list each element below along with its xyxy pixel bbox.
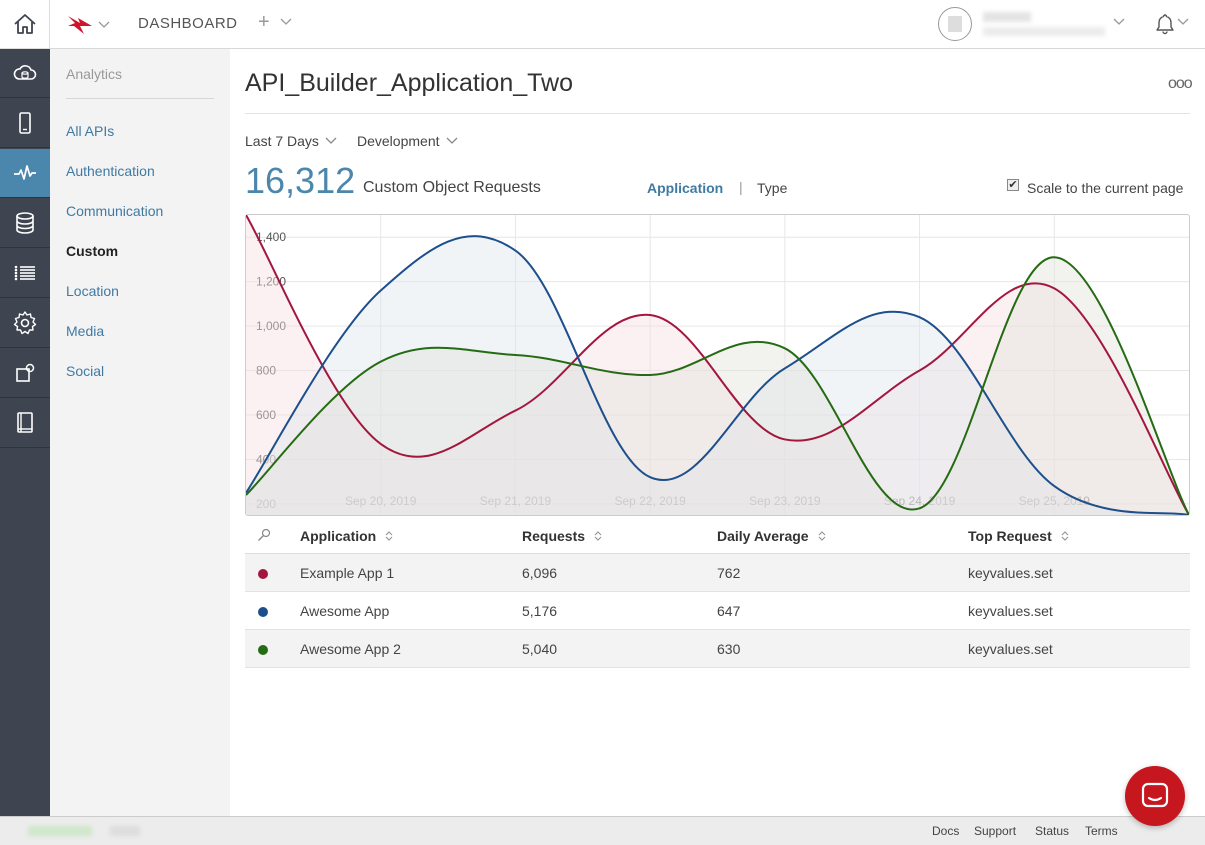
- user-org-redacted: [983, 27, 1105, 36]
- book-icon[interactable]: [0, 399, 50, 448]
- column-requests[interactable]: Requests: [522, 528, 603, 544]
- series-color-dot: [258, 569, 268, 579]
- home-icon[interactable]: [0, 0, 50, 49]
- chart-canvas: 2004006008001,0001,2001,400Sep 20, 2019 S…: [246, 215, 1189, 515]
- analytics-sidebar: Analytics All APIs Authentication Commun…: [50, 49, 230, 816]
- sort-icon: [1061, 531, 1069, 541]
- version-redacted: [110, 826, 140, 836]
- status-redacted: [28, 826, 92, 836]
- column-application[interactable]: Application: [300, 528, 394, 544]
- list-icon[interactable]: [0, 249, 50, 298]
- series-color-dot: [258, 607, 268, 617]
- chat-launcher-button[interactable]: [1125, 766, 1185, 826]
- sidebar-item-social[interactable]: Social: [66, 363, 104, 379]
- sidebar-item-custom[interactable]: Custom: [66, 243, 118, 259]
- cell-top-request: keyvalues.set: [968, 565, 1053, 581]
- sidebar-item-communication[interactable]: Communication: [66, 203, 163, 219]
- divider: [245, 113, 1190, 114]
- toggle-separator: |: [739, 179, 743, 195]
- cell-requests: 5,040: [522, 641, 558, 657]
- scale-checkbox-label[interactable]: Scale to the current page: [1027, 180, 1183, 196]
- column-label: Requests: [522, 528, 586, 544]
- chevron-down-icon: [325, 137, 337, 144]
- cloud-database-icon[interactable]: [0, 49, 50, 98]
- footer-link-support[interactable]: Support: [974, 824, 1016, 838]
- chevron-down-icon: [98, 21, 110, 28]
- gear-icon[interactable]: [0, 299, 50, 348]
- chevron-down-icon[interactable]: [280, 18, 292, 26]
- environment-value: Development: [357, 133, 440, 149]
- chevron-down-icon: [446, 137, 457, 144]
- table-row[interactable]: Awesome App 5,176 647 keyvalues.set: [245, 592, 1190, 630]
- series-color-dot: [258, 645, 268, 655]
- cell-daily-average: 762: [717, 565, 741, 581]
- date-range-value: Last 7 Days: [245, 133, 319, 149]
- table-header: Application Requests Daily Average Top R…: [245, 516, 1190, 554]
- cell-top-request: keyvalues.set: [968, 641, 1053, 657]
- footer-link-status[interactable]: Status: [1035, 824, 1069, 838]
- applications-table: Application Requests Daily Average Top R…: [245, 516, 1190, 668]
- chat-icon: [1141, 782, 1169, 808]
- cell-application: Example App 1: [300, 565, 395, 581]
- icon-rail: [0, 0, 50, 845]
- group-by-application-toggle[interactable]: Application: [647, 180, 723, 196]
- group-by-type-toggle[interactable]: Type: [757, 180, 787, 196]
- dashboard-link[interactable]: DASHBOARD: [138, 15, 238, 32]
- table-row[interactable]: Example App 1 6,096 762 keyvalues.set: [245, 554, 1190, 592]
- column-top-request[interactable]: Top Request: [968, 528, 1070, 544]
- user-name-redacted: [983, 12, 1031, 22]
- column-label: Application: [300, 528, 377, 544]
- total-requests-label: Custom Object Requests: [363, 179, 541, 196]
- cell-top-request: keyvalues.set: [968, 603, 1053, 619]
- top-bar: DASHBOARD +: [50, 0, 1205, 49]
- pulse-analytics-icon[interactable]: [0, 149, 50, 198]
- scale-checkbox[interactable]: ✔: [1007, 179, 1019, 191]
- sidebar-item-media[interactable]: Media: [66, 323, 104, 339]
- cell-application: Awesome App: [300, 603, 390, 619]
- divider: [66, 98, 214, 99]
- cell-daily-average: 647: [717, 603, 741, 619]
- bell-icon[interactable]: [1155, 13, 1175, 35]
- cell-requests: 5,176: [522, 603, 558, 619]
- sidebar-item-authentication[interactable]: Authentication: [66, 163, 155, 179]
- table-row[interactable]: Awesome App 2 5,040 630 keyvalues.set: [245, 630, 1190, 668]
- add-button[interactable]: +: [258, 11, 270, 34]
- mobile-device-icon[interactable]: [0, 99, 50, 148]
- main-content: API_Builder_Application_Two ooo Last 7 D…: [230, 49, 1205, 816]
- cell-application: Awesome App 2: [300, 641, 401, 657]
- chevron-down-icon[interactable]: [1113, 18, 1125, 26]
- sort-icon: [594, 531, 602, 541]
- sidebar-item-all-apis[interactable]: All APIs: [66, 123, 114, 139]
- footer-link-terms[interactable]: Terms: [1085, 824, 1118, 838]
- column-label: Daily Average: [717, 528, 809, 544]
- external-app-icon[interactable]: [0, 349, 50, 398]
- cell-daily-average: 630: [717, 641, 741, 657]
- sidebar-title: Analytics: [66, 66, 123, 82]
- column-daily-average[interactable]: Daily Average: [717, 528, 827, 544]
- total-requests-value: 16,312: [245, 160, 356, 201]
- avatar[interactable]: [938, 7, 972, 41]
- database-icon[interactable]: [0, 199, 50, 248]
- requests-chart: 200 400 600 800 1,000 1,200 1,400 Sep 20, 2019 S…: [245, 214, 1190, 516]
- sort-icon: [818, 531, 826, 541]
- date-range-dropdown[interactable]: Last 7 Days: [245, 133, 337, 149]
- footer: Docs Support Status Terms: [0, 816, 1205, 845]
- search-icon[interactable]: [257, 528, 271, 542]
- footer-link-docs[interactable]: Docs: [932, 824, 959, 838]
- sidebar-item-location[interactable]: Location: [66, 283, 119, 299]
- sort-icon: [385, 531, 393, 541]
- more-options-button[interactable]: ooo: [1168, 75, 1193, 93]
- cell-requests: 6,096: [522, 565, 558, 581]
- chevron-down-icon[interactable]: [1177, 18, 1189, 26]
- column-label: Top Request: [968, 528, 1052, 544]
- environment-dropdown[interactable]: Development: [357, 133, 458, 149]
- page-title: API_Builder_Application_Two: [245, 69, 573, 97]
- brand-logo-icon[interactable]: [66, 12, 112, 38]
